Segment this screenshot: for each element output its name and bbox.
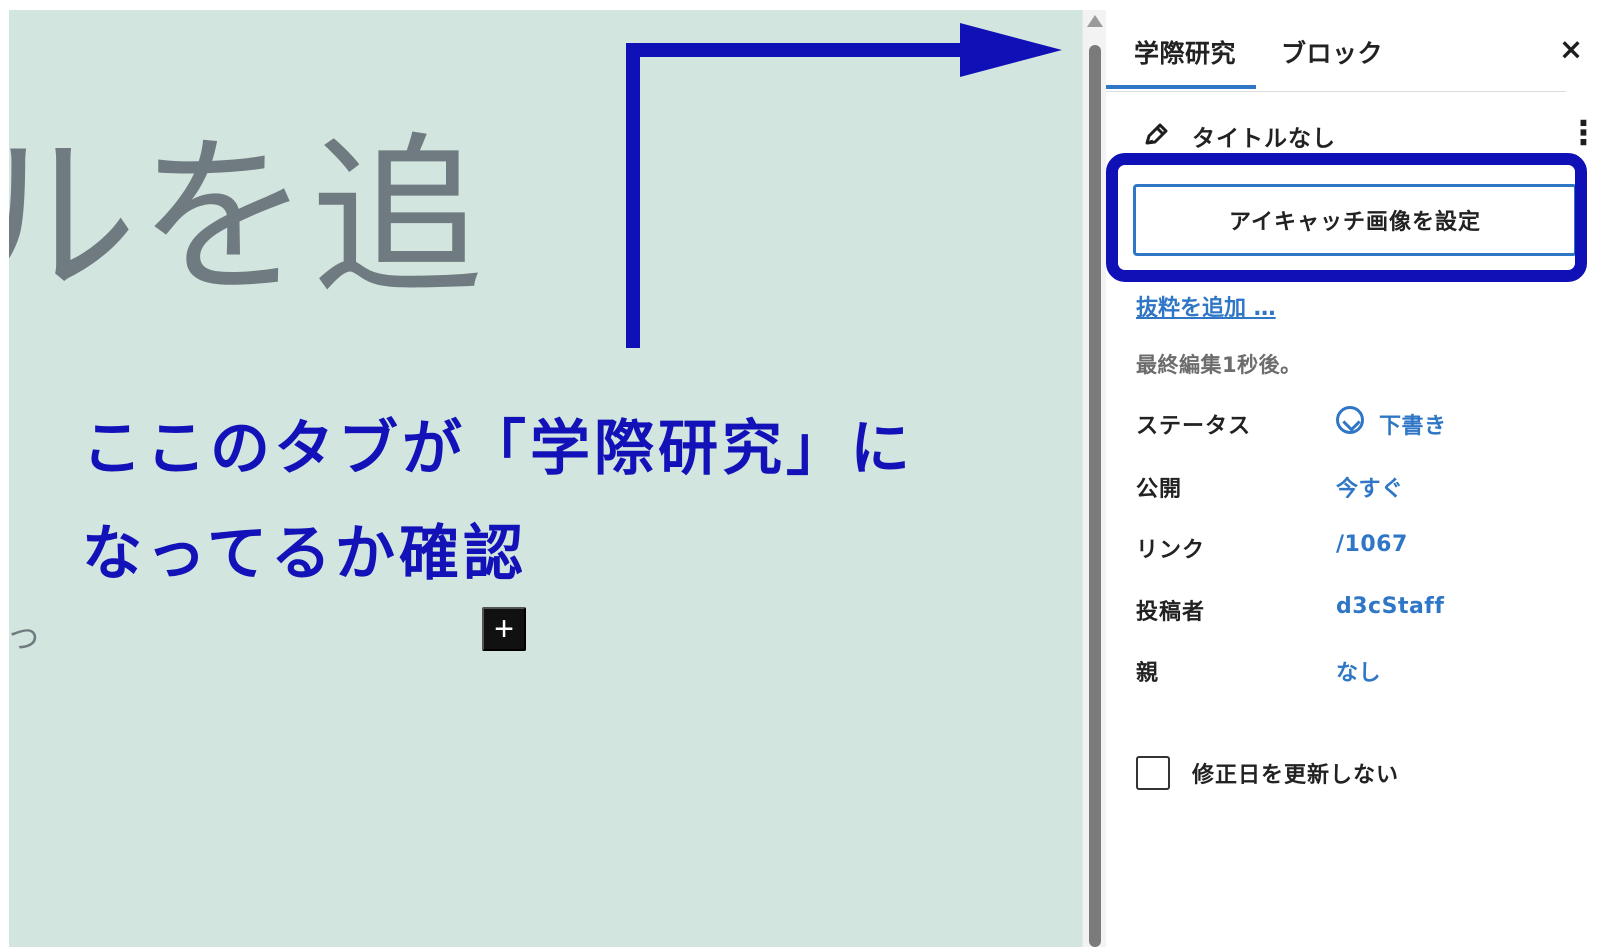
meta-row-publish: 公開 今すぐ <box>1136 471 1556 509</box>
author-label: 投稿者 <box>1136 600 1206 625</box>
publish-value[interactable]: 今すぐ <box>1336 471 1404 503</box>
status-label: ステータス <box>1136 414 1252 439</box>
sidebar-tabs: 学際研究 ブロック × <box>1106 10 1583 92</box>
post-title-summary: タイトルなし ⋮ <box>1141 116 1600 158</box>
annotation-note: ここのタブが「学際研究」に なってるか確認 <box>82 397 982 607</box>
annotation-line-1: ここのタブが「学際研究」に <box>82 414 914 484</box>
author-value[interactable]: d3cStaff <box>1336 594 1444 619</box>
post-title-summary-label: タイトルなし <box>1192 126 1336 152</box>
do-not-update-modified-date-checkbox[interactable] <box>1136 756 1170 790</box>
editor-small-fragment: つ <box>9 622 39 657</box>
more-vertical-icon[interactable]: ⋮ <box>1567 116 1600 154</box>
meta-row-parent: 親 なし <box>1136 655 1556 693</box>
post-title-fragment[interactable]: ルを追 <box>9 132 484 304</box>
meta-row-author: 投稿者 d3cStaff <box>1136 594 1556 632</box>
link-value[interactable]: /1067 <box>1336 532 1408 557</box>
draft-status-icon[interactable] <box>1336 406 1364 434</box>
scroll-up-icon[interactable] <box>1087 15 1103 27</box>
add-block-button[interactable]: + <box>482 607 526 651</box>
status-value[interactable]: 下書き <box>1379 408 1447 440</box>
active-tab-indicator <box>1106 85 1256 89</box>
editor-canvas[interactable]: ルを追 ここのタブが「学際研究」に なってるか確認 つ + <box>9 10 1082 947</box>
parent-value[interactable]: なし <box>1336 655 1381 687</box>
annotation-line-2: なってるか確認 <box>82 519 527 589</box>
meta-row-link: リンク /1067 <box>1136 532 1556 570</box>
do-not-update-modified-date-label[interactable]: 修正日を更新しない <box>1192 757 1399 789</box>
meta-row-status: ステータス 下書き <box>1136 406 1556 446</box>
scroll-thumb[interactable] <box>1089 45 1101 947</box>
add-excerpt-link[interactable]: 抜粋を追加 … <box>1136 290 1276 322</box>
link-label: リンク <box>1136 538 1206 563</box>
publish-label: 公開 <box>1136 477 1183 502</box>
set-featured-image-button[interactable]: アイキャッチ画像を設定 <box>1133 184 1577 256</box>
tab-block-settings[interactable]: ブロック <box>1281 34 1383 70</box>
editor-scrollbar[interactable] <box>1082 10 1108 947</box>
pencil-icon <box>1145 123 1168 145</box>
tab-post-settings[interactable]: 学際研究 <box>1134 34 1236 70</box>
last-edited-text: 最終編集1秒後。 <box>1136 353 1302 377</box>
parent-label: 親 <box>1136 661 1160 686</box>
wordpress-editor-screenshot: ルを追 ここのタブが「学際研究」に なってるか確認 つ + 学際研究 ブロック … <box>0 0 1622 947</box>
close-icon[interactable]: × <box>1553 31 1589 67</box>
